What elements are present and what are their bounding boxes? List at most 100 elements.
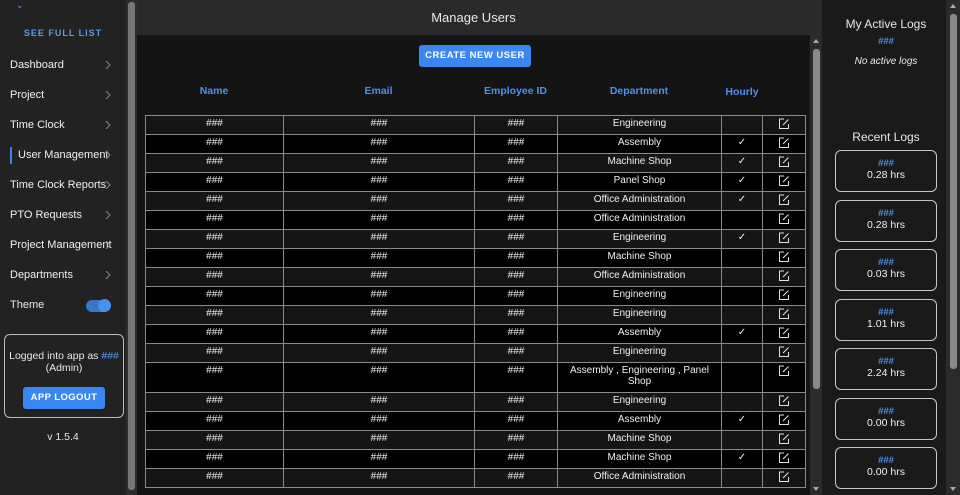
cell-hourly [721, 267, 763, 287]
table-row: ### ### ### Engineering [145, 286, 806, 306]
cell-edit [762, 172, 806, 192]
scroll-down-arrow-icon[interactable] [813, 487, 819, 491]
app-logout-button[interactable]: APP LOGOUT [23, 387, 105, 409]
table-row: ### ### ### Assembly ✓ [145, 324, 806, 344]
users-section: CREATE NEW USER Name Email Employee ID D… [137, 35, 810, 495]
sidebar-item-label: User Management [18, 149, 109, 161]
logged-in-prefix: Logged into app as [9, 350, 99, 362]
table-row: ### ### ### Office Administration [145, 210, 806, 230]
edit-icon[interactable] [778, 289, 790, 301]
recent-log-user: ### [878, 356, 894, 367]
sidebar-item-dashboard[interactable]: Dashboard [0, 55, 126, 77]
recent-log-user: ### [878, 257, 894, 268]
edit-icon[interactable] [778, 395, 790, 407]
edit-icon[interactable] [778, 365, 790, 377]
column-header-email[interactable]: Email [283, 85, 474, 97]
see-full-list-link[interactable]: SEE FULL LIST [0, 28, 126, 38]
cell-hourly: ✓ [721, 229, 763, 249]
scroll-down-arrow-icon[interactable] [950, 487, 956, 491]
edit-icon[interactable] [778, 213, 790, 225]
cell-department: Machine Shop [557, 153, 722, 173]
edit-icon[interactable] [778, 232, 790, 244]
table-row: ### ### ### Panel Shop ✓ [145, 172, 806, 192]
recent-log-card[interactable]: ### 0.03 hrs [835, 249, 937, 291]
edit-icon[interactable] [778, 251, 790, 263]
table-scrollbar[interactable] [810, 35, 822, 495]
sidebar-item-user-management[interactable]: User Management [0, 145, 126, 167]
cell-email: ### [283, 248, 475, 268]
sidebar-item-time-clock-reports[interactable]: Time Clock Reports [0, 175, 126, 197]
recent-log-card[interactable]: ### 2.24 hrs [835, 348, 937, 390]
edit-icon[interactable] [778, 118, 790, 130]
cell-name: ### [145, 449, 284, 469]
edit-icon[interactable] [778, 175, 790, 187]
cell-name: ### [145, 430, 284, 450]
scrollbar-thumb[interactable] [128, 2, 135, 490]
cell-email: ### [283, 267, 475, 287]
recent-log-card[interactable]: ### 1.01 hrs [835, 298, 937, 341]
edit-icon[interactable] [778, 156, 790, 168]
edit-icon[interactable] [778, 327, 790, 339]
sidebar-item-departments[interactable]: Departments [0, 265, 126, 287]
cell-name: ### [145, 411, 284, 431]
right-scrollbar[interactable] [946, 0, 960, 495]
cell-edit [762, 343, 806, 363]
edit-icon[interactable] [778, 414, 790, 426]
chevron-down-icon[interactable]: ⌄ [16, 0, 24, 11]
column-header-department[interactable]: Department [557, 85, 721, 97]
cell-hourly [721, 286, 763, 306]
users-table-body: ### ### ### Engineering ### ### ### Assembly ✓ ##… [145, 115, 806, 488]
cell-name: ### [145, 343, 284, 363]
edit-icon[interactable] [778, 308, 790, 320]
column-header-hourly[interactable]: Hourly [724, 85, 760, 99]
edit-icon[interactable] [778, 346, 790, 358]
cell-hourly [721, 392, 763, 412]
chevron-right-icon [104, 91, 112, 99]
scroll-up-arrow-icon[interactable] [813, 39, 819, 43]
theme-toggle[interactable] [86, 299, 111, 312]
cell-employee-id: ### [474, 362, 558, 393]
recent-log-card[interactable]: ### 0.28 hrs [835, 150, 937, 192]
scrollbar-thumb[interactable] [813, 49, 820, 389]
cell-edit [762, 449, 806, 469]
cell-name: ### [145, 229, 284, 249]
cell-email: ### [283, 229, 475, 249]
edit-icon[interactable] [778, 194, 790, 206]
scrollbar-thumb[interactable] [950, 14, 957, 369]
recent-log-card[interactable]: ### 0.28 hrs [835, 199, 937, 242]
cell-employee-id: ### [474, 468, 558, 488]
sidebar-item-pto-requests[interactable]: PTO Requests [0, 205, 126, 227]
edit-icon[interactable] [778, 137, 790, 149]
recent-log-user: ### [878, 306, 894, 318]
sidebar-item-project[interactable]: Project [0, 85, 126, 107]
edit-icon[interactable] [778, 270, 790, 282]
cell-employee-id: ### [474, 392, 558, 412]
recent-log-user: ### [878, 158, 894, 169]
toggle-knob [98, 299, 111, 312]
edit-icon[interactable] [778, 452, 790, 464]
sidebar-item-project-management[interactable]: Project Management [0, 235, 126, 257]
cell-department: Engineering [557, 305, 722, 325]
sidebar-item-label: Time Clock Reports [10, 179, 107, 191]
sidebar: ⌄ SEE FULL LIST Dashboard Project Time C… [0, 0, 126, 495]
table-row: ### ### ### Machine Shop ✓ [145, 449, 806, 469]
cell-employee-id: ### [474, 115, 558, 135]
scroll-up-arrow-icon[interactable] [950, 4, 956, 8]
cell-email: ### [283, 210, 475, 230]
column-header-employee-id[interactable]: Employee ID [474, 85, 557, 97]
edit-icon[interactable] [778, 433, 790, 445]
recent-log-card[interactable]: ### 0.00 hrs [835, 447, 937, 489]
cell-email: ### [283, 153, 475, 173]
create-new-user-button[interactable]: CREATE NEW USER [419, 45, 531, 67]
cell-edit [762, 115, 806, 135]
sidebar-scrollbar[interactable] [126, 0, 137, 495]
cell-email: ### [283, 324, 475, 344]
edit-icon[interactable] [778, 471, 790, 483]
table-row: ### ### ### Assembly ✓ [145, 411, 806, 431]
cell-name: ### [145, 286, 284, 306]
column-header-name[interactable]: Name [145, 85, 283, 97]
version-label: v 1.5.4 [47, 431, 79, 443]
sidebar-item-time-clock[interactable]: Time Clock [0, 115, 126, 137]
recent-log-card[interactable]: ### 0.00 hrs [835, 397, 937, 440]
theme-label: Theme [10, 299, 45, 311]
